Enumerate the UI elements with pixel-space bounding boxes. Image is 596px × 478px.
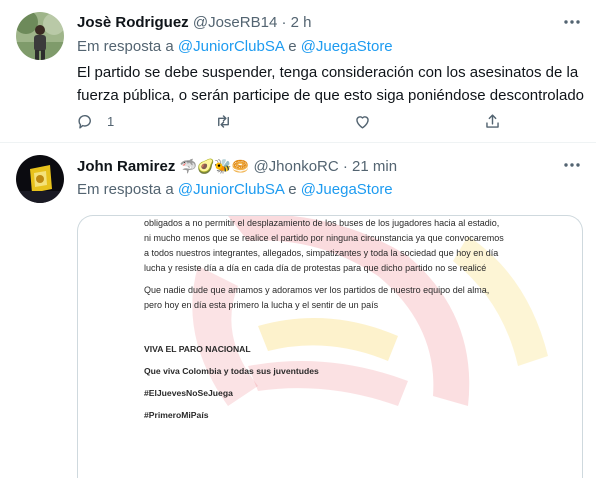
separator: · bbox=[281, 14, 287, 31]
document-image: obligados a no permitir el desplazamient… bbox=[78, 216, 582, 478]
mention-link[interactable]: @JuegaStore bbox=[301, 38, 393, 55]
retweet-icon bbox=[218, 114, 229, 128]
tweet-header: Josè Rodriguez @JoseRB14 · 2 h bbox=[77, 13, 312, 33]
tweet-header: John Ramirez 🦈🥑🐝🥯 @JhonkoRC · 21 min bbox=[77, 156, 397, 177]
tweet[interactable]: John Ramirez 🦈🥑🐝🥯 @JhonkoRC · 21 min Em … bbox=[0, 143, 596, 478]
reply-context: Em resposta a @JuniorClubSA e @JuegaStor… bbox=[77, 37, 393, 57]
more-dots-icon bbox=[564, 163, 580, 167]
reply-prefix: Em resposta a bbox=[77, 38, 174, 55]
mention-link[interactable]: @JuniorClubSA bbox=[178, 181, 284, 198]
document-line: a todos nuestros integrantes, allegados,… bbox=[144, 248, 499, 258]
avatar-photo bbox=[16, 12, 64, 60]
name-emojis: 🦈🥑🐝🥯 bbox=[179, 158, 250, 174]
user-handle[interactable]: @JoseRB14 bbox=[193, 14, 277, 31]
like-button[interactable] bbox=[353, 108, 372, 134]
document-line: Que nadie dude que amamos y adoramos ver… bbox=[144, 285, 490, 295]
more-options-button[interactable] bbox=[562, 12, 582, 32]
reply-conjunction: e bbox=[288, 38, 297, 55]
avatar-photo bbox=[16, 155, 64, 203]
separator: · bbox=[342, 158, 348, 175]
more-options-button[interactable] bbox=[562, 155, 582, 175]
display-name[interactable]: John Ramirez bbox=[77, 158, 175, 175]
timestamp[interactable]: 21 min bbox=[352, 158, 397, 175]
document-line: ni mucho menos que se realice el partido… bbox=[144, 233, 504, 243]
tweet[interactable]: Josè Rodriguez @JoseRB14 · 2 h Em respos… bbox=[0, 0, 596, 143]
more-dots-icon bbox=[564, 20, 580, 24]
tweet-text: El partido se debe suspender, tenga cons… bbox=[77, 64, 585, 104]
document-line: obligados a no permitir el desplazamient… bbox=[144, 218, 500, 228]
reply-context: Em resposta a @JuniorClubSA e @JuegaStor… bbox=[77, 180, 393, 200]
retweet-button[interactable] bbox=[214, 108, 233, 134]
mention-link[interactable]: @JuegaStore bbox=[301, 181, 393, 198]
timestamp[interactable]: 2 h bbox=[291, 14, 312, 31]
document-line: #PrimeroMiPaís bbox=[144, 410, 209, 420]
reply-button[interactable]: 1 bbox=[76, 108, 114, 134]
document-line: #ElJuevesNoSeJuega bbox=[144, 388, 233, 398]
document-line: Que viva Colombia y todas sus juventudes bbox=[144, 366, 319, 376]
heart-icon bbox=[356, 115, 369, 129]
share-icon bbox=[486, 113, 499, 128]
document-line: VIVA EL PARO NACIONAL bbox=[144, 344, 251, 354]
reply-conjunction: e bbox=[288, 181, 297, 198]
user-handle[interactable]: @JhonkoRC bbox=[253, 158, 338, 175]
avatar[interactable] bbox=[16, 12, 64, 60]
tweet-actions: 1 bbox=[72, 108, 512, 134]
reply-icon bbox=[78, 114, 91, 129]
share-button[interactable] bbox=[483, 108, 502, 134]
reply-prefix: Em resposta a bbox=[77, 181, 174, 198]
reply-count: 1 bbox=[107, 113, 115, 129]
document-line: lucha y resiste día a día en cada día de… bbox=[144, 263, 487, 273]
document-line: pero hoy en día esta primero la lucha y … bbox=[144, 300, 379, 310]
display-name[interactable]: Josè Rodriguez bbox=[77, 14, 189, 31]
avatar[interactable] bbox=[16, 155, 64, 203]
tweet-image[interactable]: obligados a no permitir el desplazamient… bbox=[77, 215, 583, 478]
mention-link[interactable]: @JuniorClubSA bbox=[178, 38, 284, 55]
